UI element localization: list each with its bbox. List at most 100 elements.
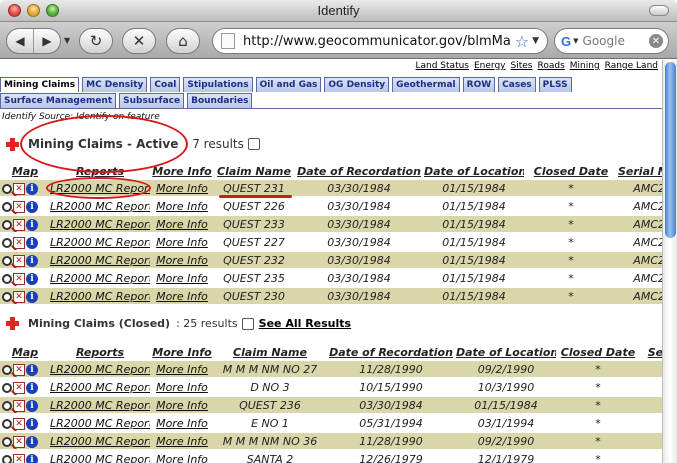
see-all-results-link[interactable]: See All Results [259, 317, 351, 330]
info-icon[interactable]: i [26, 453, 38, 463]
lr2000-report-link[interactable]: LR2000 MC Report [50, 270, 150, 286]
lr2000-report-link[interactable]: LR2000 MC Report [50, 361, 150, 377]
tab-geothermal[interactable]: Geothermal [392, 77, 460, 92]
info-icon[interactable]: i [26, 435, 38, 448]
zoom-to-icon[interactable] [2, 183, 12, 194]
tab-cases[interactable]: Cases [498, 77, 536, 92]
tab-subsurface[interactable]: Subsurface [119, 93, 185, 108]
url-text[interactable]: http://www.geocommunicator.gov/blmMap/I [243, 34, 512, 49]
info-icon[interactable]: i [26, 381, 38, 394]
more-info-link[interactable]: More Info [150, 379, 214, 395]
column-header[interactable]: Date of Recordation [294, 164, 424, 178]
back-button[interactable]: ◀ [7, 29, 34, 53]
info-icon[interactable]: i [26, 254, 38, 267]
column-header[interactable]: Map [0, 345, 50, 359]
zoom-to-icon[interactable] [2, 219, 12, 230]
zoom-to-icon[interactable] [2, 382, 12, 393]
info-icon[interactable]: i [26, 399, 38, 412]
more-info-link[interactable]: More Info [150, 198, 214, 214]
zoom-to-icon[interactable] [2, 364, 12, 375]
tab-coal[interactable]: Coal [150, 77, 181, 92]
info-icon[interactable]: i [26, 200, 38, 213]
forward-button[interactable]: ▶ [34, 29, 60, 53]
more-info-link[interactable]: More Info [150, 361, 214, 377]
vertical-scrollbar[interactable] [662, 60, 677, 463]
more-info-link[interactable]: More Info [150, 415, 214, 431]
google-icon[interactable]: G [561, 34, 571, 49]
info-icon[interactable]: i [26, 182, 38, 195]
info-icon[interactable]: i [26, 218, 38, 231]
more-info-link[interactable]: More Info [150, 252, 214, 268]
lr2000-report-link[interactable]: LR2000 MC Report [50, 288, 150, 304]
more-info-link[interactable]: More Info [150, 270, 214, 286]
tab-mc-density[interactable]: MC Density [82, 77, 148, 92]
select-feature-icon[interactable]: ✕ [13, 453, 25, 463]
zoom-to-icon[interactable] [2, 400, 12, 411]
lr2000-report-link[interactable]: LR2000 MC Report [50, 252, 150, 268]
top-link[interactable]: Sites [511, 61, 533, 71]
tab-surface-management[interactable]: Surface Management [0, 93, 117, 108]
tab-stipulations[interactable]: Stipulations [183, 77, 253, 92]
more-info-link[interactable]: More Info [150, 451, 214, 463]
column-header[interactable]: Date of Location [456, 345, 556, 359]
column-header[interactable]: Serial No. [618, 164, 662, 178]
tab-oil-and-gas[interactable]: Oil and Gas [255, 77, 322, 92]
column-header[interactable]: Date of Location [424, 164, 524, 178]
zoom-to-icon[interactable] [2, 237, 12, 248]
lr2000-report-link[interactable]: LR2000 MC Report [50, 433, 150, 449]
top-link[interactable]: Land Status [416, 61, 470, 71]
lr2000-report-link[interactable]: LR2000 MC Report [50, 397, 150, 413]
expand-plus-icon[interactable] [6, 137, 19, 151]
lr2000-report-link[interactable]: LR2000 MC Report [50, 415, 150, 431]
column-header[interactable]: Map [0, 164, 50, 178]
column-header[interactable]: Closed Date [556, 345, 640, 359]
column-header[interactable]: More Info [150, 345, 214, 359]
search-input[interactable]: Google [583, 34, 649, 48]
section-closed-checkbox[interactable] [241, 317, 254, 330]
address-bar[interactable]: http://www.geocommunicator.gov/blmMap/I … [212, 28, 548, 54]
tab-plss[interactable]: PLSS [538, 77, 572, 92]
toolbar-toggle-button[interactable] [649, 5, 669, 16]
section-active-checkbox[interactable] [247, 138, 260, 150]
search-engine-dropdown-icon[interactable]: ▼ [573, 37, 578, 45]
more-info-link[interactable]: More Info [150, 288, 214, 304]
lr2000-report-link[interactable]: LR2000 MC Report [50, 451, 150, 463]
info-icon[interactable]: i [26, 290, 38, 303]
tab-mining-claims[interactable]: Mining Claims [0, 77, 80, 92]
column-header[interactable]: Claim Name [214, 164, 294, 178]
info-icon[interactable]: i [26, 236, 38, 249]
info-icon[interactable]: i [26, 417, 38, 430]
tab-og-density[interactable]: OG Density [324, 77, 390, 92]
clear-search-icon[interactable]: ✕ [649, 34, 663, 48]
zoom-to-icon[interactable] [2, 201, 12, 212]
lr2000-report-link[interactable]: LR2000 MC Report [50, 234, 150, 250]
top-link[interactable]: Mining [570, 61, 600, 71]
lr2000-report-link[interactable]: LR2000 MC Report [50, 379, 150, 395]
more-info-link[interactable]: More Info [150, 397, 214, 413]
home-button[interactable]: ⌂ [166, 28, 200, 54]
zoom-to-icon[interactable] [2, 291, 12, 302]
lr2000-report-link[interactable]: LR2000 MC Report [50, 198, 150, 214]
zoom-to-icon[interactable] [2, 418, 12, 429]
lr2000-report-link[interactable]: LR2000 MC Report [50, 216, 150, 232]
info-icon[interactable]: i [26, 272, 38, 285]
column-header[interactable]: Seri [640, 345, 662, 359]
zoom-to-icon[interactable] [2, 454, 12, 463]
bookmark-star-icon[interactable]: ☆ [515, 32, 529, 51]
history-dropdown-icon[interactable]: ▼ [64, 36, 70, 45]
top-link[interactable]: Range Land [605, 61, 658, 71]
top-link[interactable]: Roads [537, 61, 564, 71]
reload-button[interactable]: ↻ [79, 28, 113, 54]
column-header[interactable]: Date of Recordation [326, 345, 456, 359]
zoom-to-icon[interactable] [2, 436, 12, 447]
tab-boundaries[interactable]: Boundaries [187, 93, 253, 108]
url-dropdown-icon[interactable]: ▼ [532, 36, 539, 46]
more-info-link[interactable]: More Info [150, 433, 214, 449]
zoom-to-icon[interactable] [2, 273, 12, 284]
column-header[interactable]: More Info [150, 164, 214, 178]
expand-plus-icon[interactable] [6, 317, 19, 330]
more-info-link[interactable]: More Info [150, 234, 214, 250]
stop-button[interactable]: ✕ [122, 28, 156, 54]
search-box[interactable]: G ▼ Google ✕ [554, 28, 669, 54]
top-link[interactable]: Energy [474, 61, 506, 71]
